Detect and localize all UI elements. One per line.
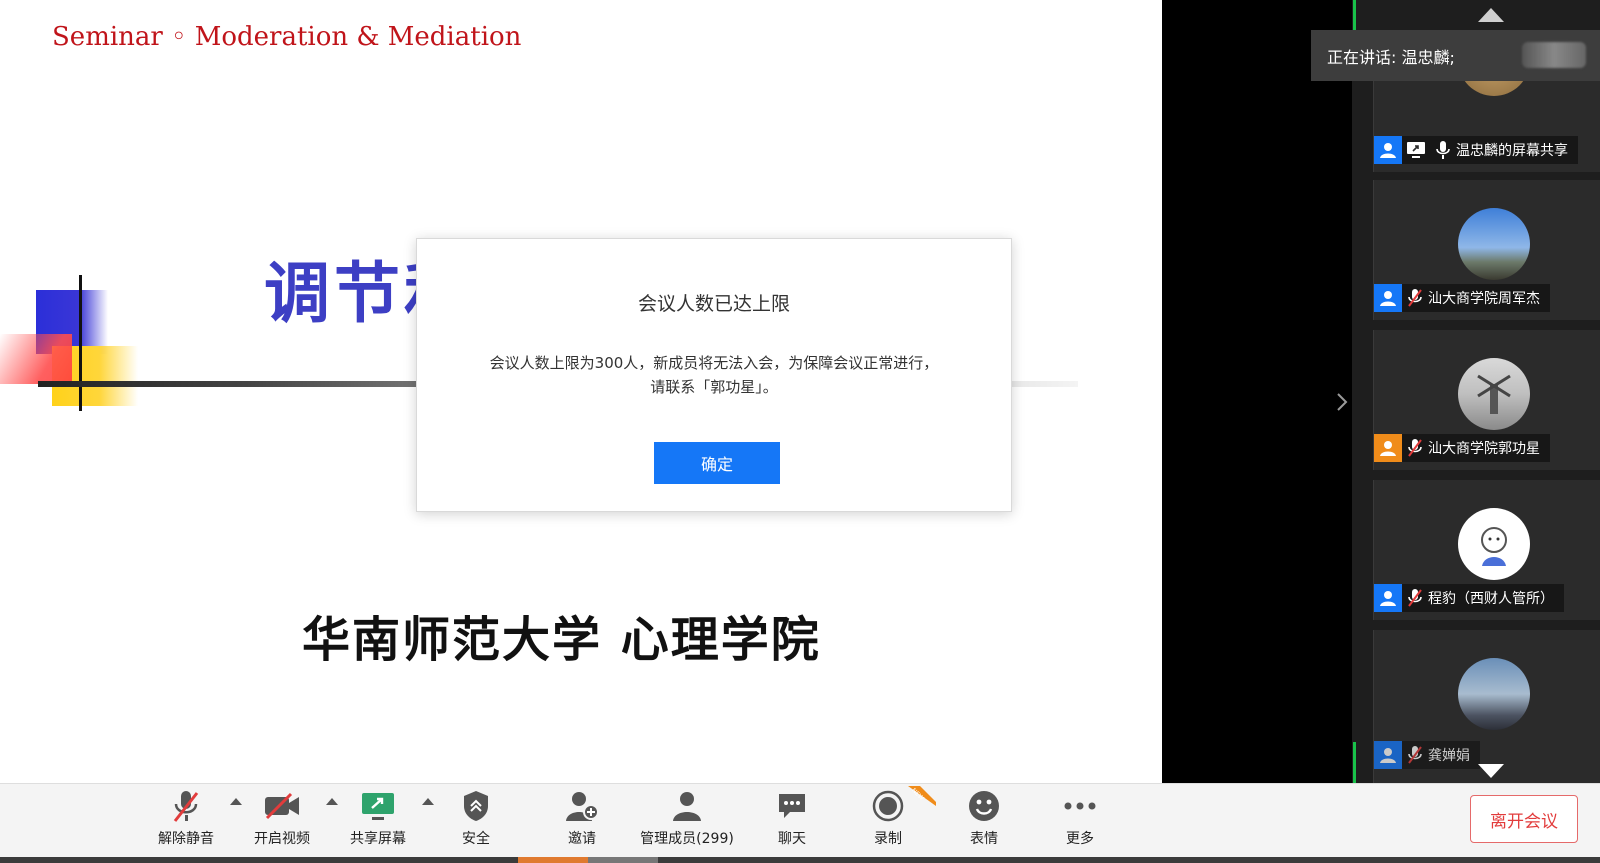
speaker-volume-indicator [1522, 42, 1586, 68]
chat-button[interactable]: 聊天 [762, 784, 822, 850]
participant-tile[interactable]: 汕大商学院周军杰 [1373, 180, 1600, 320]
unmute-button[interactable]: 解除静音 [150, 784, 222, 850]
participant-label: 汕大商学院周军杰 [1374, 284, 1550, 312]
participant-tile[interactable]: 汕大商学院郭功星 [1373, 330, 1600, 470]
video-camera-off-icon [263, 788, 301, 824]
participant-label: 温忠麟的屏幕共享 [1374, 136, 1578, 164]
reactions-button[interactable]: 表情 [954, 784, 1014, 850]
participant-name: 温忠麟的屏幕共享 [1456, 143, 1568, 159]
invite-label: 邀请 [568, 831, 596, 847]
new-badge: NEW [908, 786, 936, 806]
host-user-icon [1374, 434, 1402, 462]
manage-members-label: 管理成员(299) [640, 831, 734, 847]
dialog-title: 会议人数已达上限 [637, 293, 790, 315]
participant-tile[interactable]: 龚婵娟 [1373, 630, 1600, 783]
microphone-icon [1430, 136, 1456, 164]
participant-name: 龚婵娟 [1428, 748, 1470, 764]
active-speaker-bar-bottom [1353, 742, 1356, 783]
chat-label: 聊天 [778, 831, 806, 847]
leave-meeting-button[interactable]: 离开会议 [1470, 795, 1578, 843]
more-label: 更多 [1066, 831, 1094, 847]
participant-label: 汕大商学院郭功星 [1374, 434, 1550, 462]
microphone-muted-icon [171, 788, 201, 824]
share-screen-button[interactable]: 共享屏幕 [342, 784, 414, 850]
reactions-label: 表情 [970, 831, 998, 847]
participant-name: 汕大商学院周军杰 [1428, 291, 1540, 307]
bottom-status-strip [0, 857, 1600, 863]
dialog-message: 会议人数上限为300人，新成员将无法入会，为保障会议正常进行，请联系「郭功星」。 [489, 354, 939, 396]
more-icon [1063, 788, 1097, 824]
chat-icon [776, 788, 808, 824]
participant-label: 龚婵娟 [1374, 741, 1480, 769]
slide-deco-vertical-line [79, 275, 82, 411]
microphone-muted-icon [1402, 434, 1428, 462]
shield-icon [462, 788, 490, 824]
user-icon [1374, 741, 1402, 769]
participant-name: 程豹（西财人管所） [1428, 591, 1554, 607]
speaking-text: 正在讲话: 温忠麟; [1327, 48, 1455, 67]
security-label: 安全 [462, 831, 490, 847]
smiley-icon [968, 788, 1000, 824]
participant-label: 程豹（西财人管所） [1374, 584, 1564, 612]
members-icon [670, 788, 704, 824]
slide-deco-red-square [0, 334, 72, 384]
manage-members-button[interactable]: 管理成员(299) [632, 784, 742, 850]
avatar [1458, 508, 1530, 580]
avatar [1458, 208, 1530, 280]
active-speaker-bar-top [1353, 0, 1356, 30]
security-button[interactable]: 安全 [446, 784, 506, 850]
scroll-down-icon[interactable] [1478, 764, 1504, 778]
shared-screen: Seminar ◦ Moderation & Mediation 调节和 华南师… [0, 0, 1162, 783]
share-screen-icon [360, 788, 396, 824]
slide-header: Seminar ◦ Moderation & Mediation [52, 22, 522, 52]
video-options-caret-icon[interactable] [326, 798, 338, 805]
start-video-label: 开启视频 [254, 831, 310, 847]
microphone-muted-icon [1402, 284, 1428, 312]
screen-share-icon [1402, 136, 1430, 164]
status-segment [518, 857, 588, 863]
status-segment [588, 857, 658, 863]
avatar [1458, 658, 1530, 730]
meeting-limit-dialog: 会议人数已达上限 会议人数上限为300人，新成员将无法入会，为保障会议正常进行，… [416, 238, 1012, 512]
more-button[interactable]: 更多 [1050, 784, 1110, 850]
participant-tile[interactable]: 程豹（西财人管所） [1373, 480, 1600, 620]
start-video-button[interactable]: 开启视频 [246, 784, 318, 850]
participant-name: 汕大商学院郭功星 [1428, 441, 1540, 457]
record-label: 录制 [874, 831, 902, 847]
unmute-label: 解除静音 [158, 831, 214, 847]
user-icon [1374, 136, 1402, 164]
scroll-up-icon[interactable] [1478, 8, 1504, 22]
meeting-toolbar: 解除静音 开启视频 共享屏幕 安全 邀请 管理成员(299) 聊天 录制 NEW… [0, 783, 1600, 863]
slide-university: 华南师范大学 心理学院 [302, 612, 821, 668]
user-icon [1374, 584, 1402, 612]
share-screen-label: 共享屏幕 [350, 831, 406, 847]
add-user-icon [565, 788, 599, 824]
microphone-muted-icon [1402, 741, 1428, 769]
chevron-right-icon[interactable] [1336, 392, 1348, 417]
microphone-muted-icon [1402, 584, 1428, 612]
speaking-indicator: 正在讲话: 温忠麟; [1311, 30, 1600, 81]
video-area-background [1162, 0, 1358, 783]
share-options-caret-icon[interactable] [422, 798, 434, 805]
confirm-button[interactable]: 确定 [654, 442, 780, 484]
record-icon [872, 788, 904, 824]
avatar [1458, 358, 1530, 430]
user-icon [1374, 284, 1402, 312]
invite-button[interactable]: 邀请 [552, 784, 612, 850]
audio-options-caret-icon[interactable] [230, 798, 242, 805]
